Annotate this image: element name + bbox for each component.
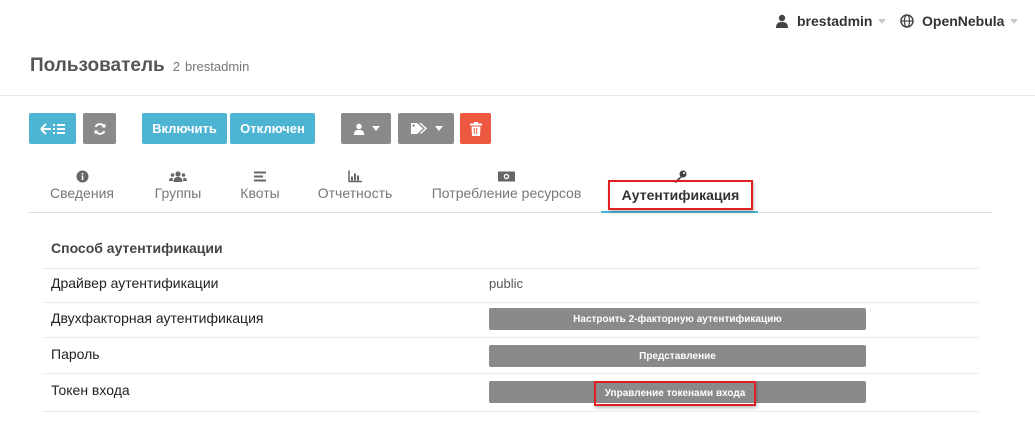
zone-menu-label: OpenNebula [922, 13, 1005, 29]
configure-two-factor-button[interactable]: Настроить 2-факторную аутентификацию [489, 308, 866, 330]
password-label: Пароль [51, 346, 100, 362]
auth-driver-label: Драйвер аутентификации [51, 275, 219, 291]
bar-chart-icon [348, 170, 362, 183]
tab-authentication-label[interactable]: Аутентификация [608, 180, 753, 210]
user-menu-label: brestadmin [797, 13, 873, 29]
top-bar: brestadmin OpenNebula [0, 0, 1035, 44]
tab-label: Квоты [240, 185, 280, 201]
delete-button[interactable] [460, 113, 491, 144]
labels-button[interactable] [398, 113, 454, 144]
user-actions-button[interactable] [341, 113, 391, 144]
tab-info[interactable]: Сведения [48, 170, 116, 214]
row-divider [42, 268, 979, 269]
tags-icon [410, 123, 427, 134]
login-token-label: Токен входа [51, 382, 130, 398]
chevron-down-icon [434, 126, 443, 131]
page-title: Пользователь [30, 55, 165, 76]
chevron-down-icon [878, 18, 887, 24]
user-name: brestadmin [184, 59, 250, 74]
trash-icon [469, 121, 482, 136]
chevron-down-icon [1010, 18, 1019, 24]
tab-accounting[interactable]: Отчетность [315, 170, 395, 214]
page-title-row: Пользователь 2 brestadmin [30, 55, 249, 77]
row-divider [42, 373, 979, 374]
globe-icon [900, 14, 914, 28]
view-password-button[interactable]: Представление [489, 345, 866, 367]
tab-label: Отчетность [317, 185, 393, 201]
tab-label: Потребление ресурсов [431, 185, 582, 201]
refresh-icon [94, 122, 105, 135]
manage-login-tokens-button[interactable]: Управление токенами входа [594, 381, 756, 406]
tab-label: Сведения [50, 185, 114, 201]
tab-groups[interactable]: Группы [151, 170, 205, 214]
active-tab-indicator [601, 211, 758, 213]
row-divider [42, 337, 979, 338]
info-icon [76, 170, 88, 183]
user-id: 2 [172, 59, 180, 74]
user-icon [776, 14, 788, 28]
user-icon [353, 123, 364, 135]
users-icon [169, 171, 187, 182]
back-list-icon [39, 122, 65, 135]
row-divider [42, 302, 979, 303]
tab-showback[interactable]: Потребление ресурсов [428, 170, 585, 214]
tab-quotas[interactable]: Квоты [238, 170, 282, 214]
enable-button[interactable]: Включить [142, 113, 227, 144]
auth-driver-value: public [489, 276, 523, 291]
zone-menu[interactable]: OpenNebula [900, 11, 1019, 31]
disable-button[interactable]: Отключен [230, 113, 315, 144]
row-divider [42, 411, 979, 412]
user-menu[interactable]: brestadmin [775, 11, 887, 31]
back-button[interactable] [29, 113, 76, 144]
tabs-divider [29, 212, 992, 213]
list-icon [254, 171, 266, 182]
money-icon [498, 171, 515, 182]
auth-section-title: Способ аутентификации [51, 240, 223, 256]
header-divider [0, 95, 1035, 96]
refresh-button[interactable] [83, 113, 116, 144]
tab-label: Группы [154, 185, 202, 201]
two-factor-label: Двухфакторная аутентификация [51, 310, 264, 326]
chevron-down-icon [371, 126, 380, 131]
